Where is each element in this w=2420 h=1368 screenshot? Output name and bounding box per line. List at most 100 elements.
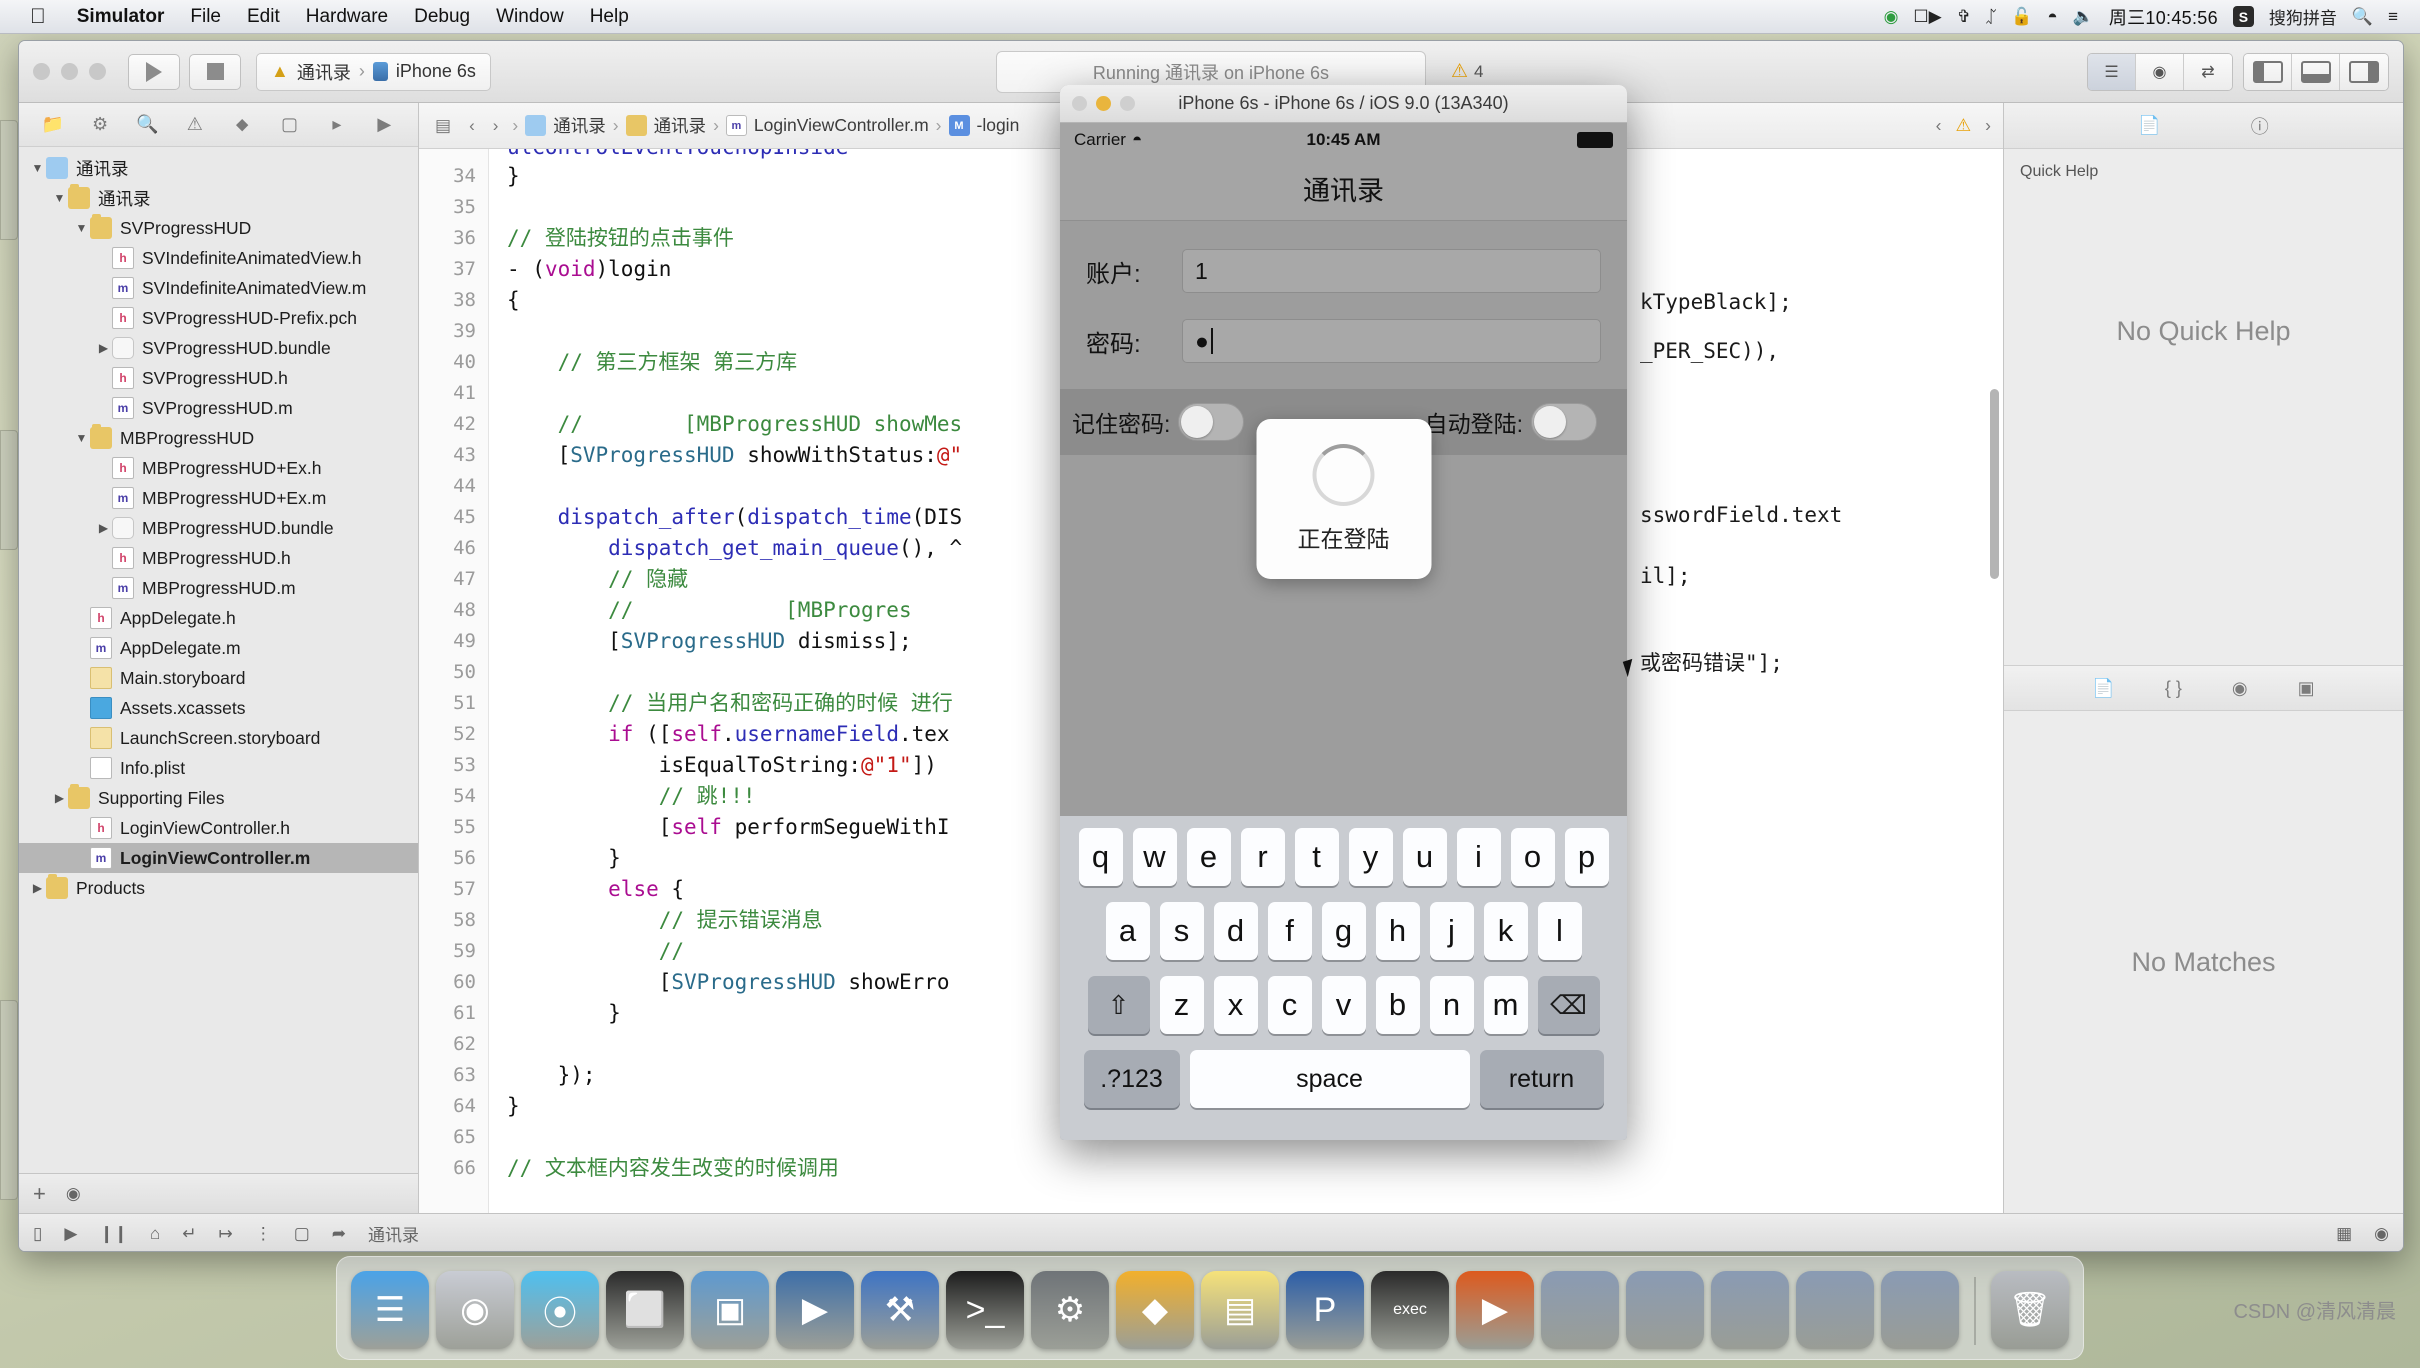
breadcrumb-item-1[interactable]: 通讯录: [654, 113, 707, 138]
key-h[interactable]: h: [1375, 902, 1420, 960]
navigator-row[interactable]: h LoginViewController.h: [19, 813, 418, 843]
notification-center-icon[interactable]: ≡: [2388, 7, 2398, 27]
add-file-button[interactable]: +: [33, 1181, 46, 1207]
dock-item-notes[interactable]: ▤: [1201, 1271, 1279, 1349]
breadcrumb-item-0[interactable]: 通讯录: [553, 113, 606, 138]
airplay-icon[interactable]: ☐▶: [1913, 7, 1941, 27]
source-control-icon[interactable]: ⚙: [76, 114, 123, 135]
navigator-row[interactable]: ▼ MBProgressHUD: [19, 423, 418, 453]
navigator-row[interactable]: ▶ Products: [19, 873, 418, 903]
jumpbar-warning-icon[interactable]: ⚠: [1955, 115, 1971, 136]
dock-item-desktop-2[interactable]: [1626, 1271, 1704, 1349]
auto-login-switch[interactable]: [1531, 403, 1597, 441]
menu-item-file[interactable]: File: [177, 6, 234, 28]
key-e[interactable]: e: [1186, 828, 1231, 886]
key-r[interactable]: r: [1240, 828, 1285, 886]
key-return[interactable]: return: [1479, 1050, 1604, 1108]
step-over-icon[interactable]: ▶: [64, 1224, 77, 1244]
key-k[interactable]: k: [1483, 902, 1528, 960]
disclosure-triangle-icon[interactable]: ▼: [73, 221, 90, 235]
step-out-icon[interactable]: ↵: [182, 1224, 196, 1244]
menu-item-help[interactable]: Help: [577, 6, 642, 28]
zoom-icon[interactable]: [1120, 96, 1135, 111]
simulator-traffic-lights[interactable]: [1072, 96, 1135, 111]
assistant-editor-button[interactable]: ◉: [2136, 53, 2184, 90]
quick-help-icon[interactable]: ⓘ: [2251, 113, 2269, 139]
navigator-row[interactable]: h SVIndefiniteAnimatedView.h: [19, 243, 418, 273]
navigator-row[interactable]: h AppDelegate.h: [19, 603, 418, 633]
minimize-icon[interactable]: [61, 63, 78, 80]
key-m[interactable]: m: [1483, 976, 1528, 1034]
close-icon[interactable]: [33, 63, 50, 80]
navigator-row[interactable]: m SVProgressHUD.m: [19, 393, 418, 423]
menu-item-hardware[interactable]: Hardware: [293, 6, 401, 28]
navigator-row[interactable]: h SVProgressHUD.h: [19, 363, 418, 393]
menu-item-debug[interactable]: Debug: [401, 6, 483, 28]
navigator-row[interactable]: m MBProgressHUD.m: [19, 573, 418, 603]
shift-key-icon[interactable]: ⇧: [1087, 976, 1150, 1034]
code-snippet-library-icon[interactable]: { }: [2165, 678, 2182, 699]
navigator-row[interactable]: LaunchScreen.storyboard: [19, 723, 418, 753]
menu-item-window[interactable]: Window: [483, 6, 577, 28]
navigator-row[interactable]: ▼ SVProgressHUD: [19, 213, 418, 243]
disclosure-triangle-icon[interactable]: ▶: [51, 791, 68, 805]
filter-icon[interactable]: ◉: [66, 1184, 81, 1204]
code-line[interactable]: // 文本框内容发生改变的时候调用: [507, 1153, 2003, 1184]
key-u[interactable]: u: [1402, 828, 1447, 886]
navigator-row[interactable]: h MBProgressHUD+Ex.h: [19, 453, 418, 483]
key-g[interactable]: g: [1321, 902, 1366, 960]
key-s[interactable]: s: [1159, 902, 1204, 960]
dock-item-screen-sharing[interactable]: ▣: [691, 1271, 769, 1349]
object-library-icon[interactable]: ◉: [2232, 678, 2248, 699]
key-f[interactable]: f: [1267, 902, 1312, 960]
navigator-row[interactable]: Info.plist: [19, 753, 418, 783]
navigator-row[interactable]: h SVProgressHUD-Prefix.pch: [19, 303, 418, 333]
navigator-row[interactable]: Assets.xcassets: [19, 693, 418, 723]
dock-item-simulator[interactable]: ⬜: [606, 1271, 684, 1349]
console-icon[interactable]: ▯: [33, 1224, 42, 1244]
disclosure-triangle-icon[interactable]: ▶: [95, 341, 112, 355]
location-icon[interactable]: ➦: [332, 1224, 346, 1244]
input-method-label[interactable]: 搜狗拼音: [2269, 4, 2337, 29]
airdrop-icon[interactable]: ✞: [1957, 7, 1971, 27]
key-space[interactable]: space: [1189, 1050, 1470, 1108]
pause-icon[interactable]: ❙❙: [99, 1224, 128, 1244]
key-w[interactable]: w: [1132, 828, 1177, 886]
navigator-row[interactable]: m SVIndefiniteAnimatedView.m: [19, 273, 418, 303]
navigator-row[interactable]: ▼ 通讯录: [19, 183, 418, 213]
window-traffic-lights[interactable]: [33, 63, 106, 80]
constraints-icon[interactable]: ⋮: [255, 1224, 272, 1244]
dock-item-desktop-5[interactable]: [1881, 1271, 1959, 1349]
dock-item-desktop-1[interactable]: [1541, 1271, 1619, 1349]
navigator-row[interactable]: ▶ Supporting Files: [19, 783, 418, 813]
navigator-row[interactable]: ▼ 通讯录: [19, 153, 418, 183]
key-t[interactable]: t: [1294, 828, 1339, 886]
navigator-row[interactable]: Main.storyboard: [19, 663, 418, 693]
toggle-utilities-button[interactable]: [2340, 53, 2388, 90]
dock-item-executable[interactable]: exec: [1371, 1271, 1449, 1349]
navigator-row[interactable]: h MBProgressHUD.h: [19, 543, 418, 573]
dock-item-finder[interactable]: ☰: [351, 1271, 429, 1349]
navigator-tree[interactable]: ▼ 通讯录 ▼ 通讯录 ▼ SVProgressHUD h SVIndefiniteAnima…: [19, 147, 418, 1173]
filter-icon[interactable]: ◉: [2374, 1224, 2389, 1244]
version-editor-button[interactable]: ⇄: [2184, 53, 2232, 90]
back-button[interactable]: ‹: [465, 116, 479, 136]
key-y[interactable]: y: [1348, 828, 1393, 886]
debug-icon[interactable]: ▢: [266, 114, 313, 135]
forward-button[interactable]: ›: [489, 116, 503, 136]
dock-item-desktop-4[interactable]: [1796, 1271, 1874, 1349]
dock-item-quicktime[interactable]: ▶: [776, 1271, 854, 1349]
file-template-library-icon[interactable]: 📄: [2092, 678, 2114, 699]
key-l[interactable]: l: [1537, 902, 1582, 960]
key-d[interactable]: d: [1213, 902, 1258, 960]
key-b[interactable]: b: [1375, 976, 1420, 1034]
bluetooth-icon[interactable]: ᛢ: [1986, 7, 1996, 27]
jumpbar-forward-icon[interactable]: ›: [1985, 115, 1991, 136]
wifi-icon[interactable]: ◓: [2047, 7, 2057, 27]
search-icon[interactable]: 🔍: [124, 114, 171, 135]
key-q[interactable]: q: [1078, 828, 1123, 886]
key-i[interactable]: i: [1456, 828, 1501, 886]
key-n[interactable]: n: [1429, 976, 1474, 1034]
lock-icon[interactable]: 🔓: [2011, 7, 2032, 27]
jumpbar-back-icon[interactable]: ‹: [1936, 115, 1942, 136]
